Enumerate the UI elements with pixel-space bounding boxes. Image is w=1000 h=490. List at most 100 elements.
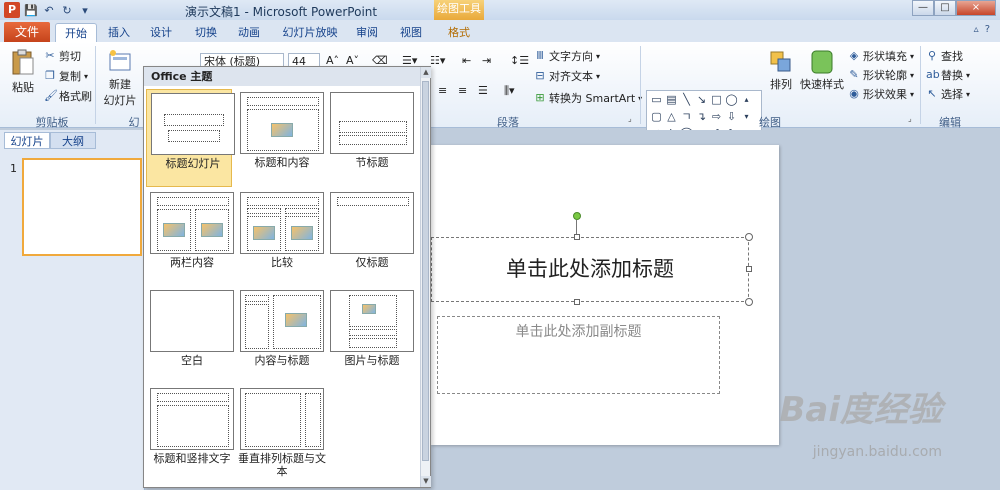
replace-button[interactable]: ab 替换 ▾ xyxy=(926,67,970,83)
paste-button[interactable]: 粘贴 xyxy=(8,48,38,95)
down-arrow-shape-icon[interactable]: ⇩ xyxy=(724,108,739,125)
rounded-rect-shape-icon[interactable]: ▢ xyxy=(649,108,664,125)
tab-view[interactable]: 视图 xyxy=(395,23,427,42)
find-button[interactable]: ⚲ 查找 xyxy=(926,48,963,64)
paintbrush-icon: 🖌 xyxy=(44,89,58,102)
tab-design[interactable]: 设计 xyxy=(145,23,177,42)
content-picture-icon xyxy=(163,223,185,237)
undo-icon[interactable]: ↶ xyxy=(42,4,56,17)
customize-qat-icon[interactable]: ▾ xyxy=(78,4,92,17)
tab-outline[interactable]: 大纲 xyxy=(50,132,96,149)
minimize-ribbon-icon[interactable]: ▵ xyxy=(974,24,979,35)
justify-button[interactable]: ☰ xyxy=(478,84,488,97)
layout-title-slide[interactable]: 标题幻灯片 xyxy=(146,89,235,187)
layout-dropdown-scrollbar[interactable]: ▲ ▼ xyxy=(420,67,431,487)
convert-smartart-label: 转换为 SmartArt xyxy=(549,92,636,105)
arrow-shape-icon[interactable]: ↘ xyxy=(694,91,709,108)
help-icon[interactable]: ? xyxy=(985,24,990,35)
drawing-dialog-launcher-icon[interactable]: ⌟ xyxy=(908,114,912,123)
close-button[interactable]: × xyxy=(956,0,996,16)
format-painter-button[interactable]: 🖌 格式刷 xyxy=(44,88,92,104)
rotation-handle[interactable] xyxy=(573,212,581,220)
gallery-up-icon[interactable]: ▴ xyxy=(739,91,754,108)
layout-vertical-title-text[interactable]: 垂直排列标题与文本 xyxy=(236,385,326,483)
text-direction-button[interactable]: Ⅲ 文字方向 ▾ xyxy=(534,48,600,64)
shape-fill-button[interactable]: ◈ 形状填充 ▾ xyxy=(848,48,914,64)
left-heading-ph-preview xyxy=(247,208,281,214)
tab-format[interactable]: 格式 xyxy=(443,23,475,42)
redo-icon[interactable]: ↻ xyxy=(60,4,74,17)
slides-pane: 幻灯片 大纲 1 xyxy=(0,130,145,490)
increase-indent-button[interactable]: ⇥ xyxy=(482,54,491,67)
convert-smartart-button[interactable]: ⊞ 转换为 SmartArt ▾ xyxy=(534,90,642,106)
tab-file[interactable]: 文件 xyxy=(4,22,50,42)
group-divider xyxy=(640,46,641,124)
tab-slides[interactable]: 幻灯片 xyxy=(4,132,50,149)
triangle-shape-icon[interactable]: △ xyxy=(664,108,679,125)
resize-handle-top-right[interactable] xyxy=(745,233,753,241)
cut-button[interactable]: ✂ 剪切 xyxy=(44,48,81,64)
textbox-shape-icon[interactable]: ▤ xyxy=(664,91,679,108)
powerpoint-app-icon[interactable]: P xyxy=(4,2,20,18)
layout-title-vertical-text[interactable]: 标题和竖排文字 xyxy=(146,385,234,483)
layout-comparison[interactable]: 比较 xyxy=(236,189,324,287)
resize-handle-bottom-right[interactable] xyxy=(745,298,753,306)
scroll-up-icon[interactable]: ▲ xyxy=(421,67,431,78)
subtitle-ph-preview xyxy=(168,130,220,142)
line-shape-icon[interactable]: ╲ xyxy=(679,91,694,108)
layout-title-content[interactable]: 标题和内容 xyxy=(236,89,324,187)
arrange-icon xyxy=(770,51,791,72)
layout-thumb xyxy=(240,92,324,154)
square-shape-icon[interactable]: □ xyxy=(709,91,724,108)
text-direction-dropdown-icon: ▾ xyxy=(596,51,601,61)
paragraph-dialog-launcher-icon[interactable]: ⌟ xyxy=(628,114,632,123)
oval-shape-icon[interactable]: ◯ xyxy=(724,91,739,108)
slide-thumbnail[interactable] xyxy=(22,158,142,256)
save-icon[interactable]: 💾 xyxy=(24,4,38,17)
resize-handle-right[interactable] xyxy=(746,266,752,272)
tab-review[interactable]: 审阅 xyxy=(351,23,383,42)
numbering-button[interactable]: ☷▾ xyxy=(430,54,445,67)
tab-home[interactable]: 开始 xyxy=(55,23,97,42)
scroll-thumb[interactable] xyxy=(422,81,429,461)
minimize-button[interactable]: — xyxy=(912,0,934,16)
tab-animations[interactable]: 动画 xyxy=(233,23,265,42)
subtitle-placeholder[interactable]: 单击此处添加副标题 xyxy=(437,316,720,394)
layout-title-only[interactable]: 仅标题 xyxy=(326,189,414,287)
layout-section-header[interactable]: 节标题 xyxy=(326,89,414,187)
rectangle-shape-icon[interactable]: ▭ xyxy=(649,91,664,108)
columns-button[interactable]: ⫼▾ xyxy=(504,84,515,98)
layout-two-content[interactable]: 两栏内容 xyxy=(146,189,234,287)
ribbon-tab-row: 文件 开始 插入 设计 切换 动画 幻灯片放映 审阅 视图 格式 ▵ ? xyxy=(0,20,1000,42)
layout-blank[interactable]: 空白 xyxy=(146,287,234,385)
resize-handle-bottom[interactable] xyxy=(574,299,580,305)
shape-effects-button[interactable]: ◉ 形状效果 ▾ xyxy=(848,86,914,102)
quick-access-toolbar: 💾 ↶ ↻ ▾ xyxy=(24,2,92,18)
maximize-button[interactable]: □ xyxy=(934,0,956,16)
align-text-button[interactable]: ⊟ 对齐文本 ▾ xyxy=(534,68,600,84)
right-arrow-shape-icon[interactable]: ⇨ xyxy=(709,108,724,125)
copy-button[interactable]: ❐ 复制 ▾ xyxy=(44,68,88,84)
scissors-icon: ✂ xyxy=(45,49,55,62)
layout-picture-with-caption[interactable]: 图片与标题 xyxy=(326,287,414,385)
tab-slideshow[interactable]: 幻灯片放映 xyxy=(280,23,340,42)
arrange-button[interactable]: 排列 xyxy=(768,48,794,92)
tab-insert[interactable]: 插入 xyxy=(103,23,135,42)
quick-styles-button[interactable]: 快速样式 xyxy=(800,48,844,92)
copy-dropdown-icon[interactable]: ▾ xyxy=(84,72,88,81)
tab-transitions[interactable]: 切换 xyxy=(190,23,222,42)
scroll-down-icon[interactable]: ▼ xyxy=(421,476,431,487)
elbow-arrow-icon[interactable]: ↴ xyxy=(694,108,709,125)
shape-outline-button[interactable]: ✎ 形状轮廓 ▾ xyxy=(848,67,914,83)
resize-handle-top[interactable] xyxy=(574,234,580,240)
line-spacing-button[interactable]: ↕☰ xyxy=(510,54,529,67)
decrease-indent-button[interactable]: ⇤ xyxy=(462,54,471,67)
new-slide-button[interactable]: 新建 幻灯片 xyxy=(102,48,138,108)
select-button[interactable]: ↖ 选择 ▾ xyxy=(926,86,970,102)
align-center-button[interactable]: ≡ xyxy=(438,84,447,97)
elbow-connector-icon[interactable]: ㄱ xyxy=(679,108,694,125)
title-placeholder[interactable]: 单击此处添加标题 xyxy=(431,237,749,302)
align-right-button[interactable]: ≡ xyxy=(458,84,467,97)
decrease-indent-icon: ⇤ xyxy=(462,54,472,67)
layout-content-with-caption[interactable]: 内容与标题 xyxy=(236,287,324,385)
